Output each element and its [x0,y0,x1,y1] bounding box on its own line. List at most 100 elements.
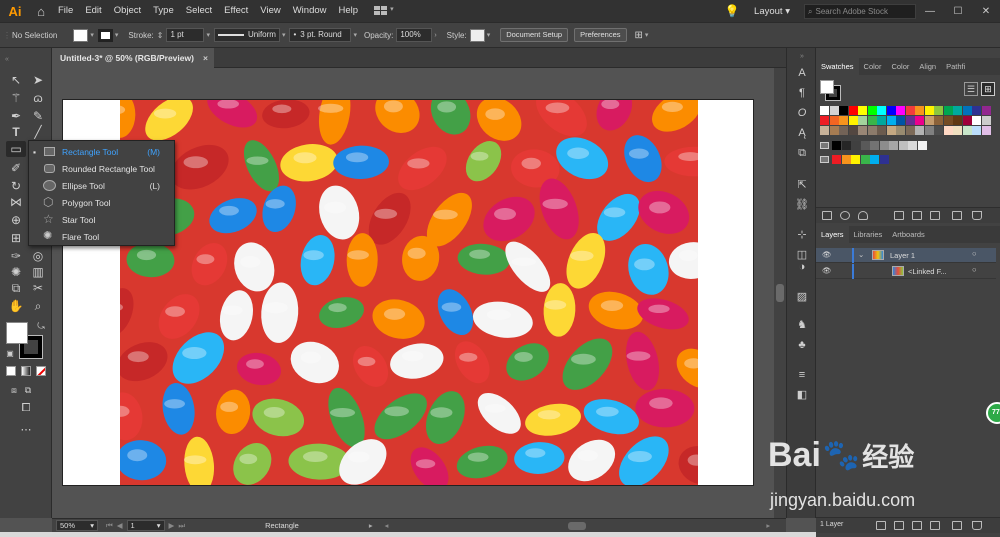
delete-swatch-icon[interactable] [972,211,982,220]
swatch[interactable] [953,116,962,125]
swatch[interactable] [934,126,943,135]
scroll-right-icon[interactable]: ▸ [766,521,770,530]
swatch[interactable] [972,116,981,125]
fill-swatch[interactable] [73,28,89,42]
swatch[interactable] [981,126,991,135]
rotate-tool-icon[interactable]: ↻ [8,178,24,194]
preferences-button[interactable]: Preferences [574,28,627,42]
zoom-tool-icon[interactable]: ⌕ [30,298,46,314]
flyout-polygon-tool[interactable]: ⬡ Polygon Tool [29,194,174,211]
workspace-switcher[interactable]: Layout ▾ [754,6,790,17]
swatch-libraries-icon[interactable] [822,211,832,220]
cloud-icon[interactable] [858,211,868,220]
show-kinds-icon[interactable] [894,211,904,220]
type-tool-icon[interactable]: T [8,124,24,140]
swatch[interactable] [915,126,924,135]
minimize-button[interactable]: — [916,6,944,17]
locate-object-icon[interactable] [894,521,904,530]
swatch[interactable] [858,126,867,135]
swatch[interactable] [934,106,943,115]
tab-align[interactable]: Align [914,58,941,75]
stroke-panel-icon[interactable]: ≡ [795,368,809,382]
swatch-options-icon[interactable] [912,211,922,220]
perspective-grid-tool-icon[interactable]: ⊞ [8,230,24,246]
swatch[interactable] [829,106,839,115]
swatch[interactable] [889,141,898,150]
shape-builder-tool-icon[interactable]: ⊕ [8,212,24,228]
swatch[interactable] [820,126,829,135]
swatch[interactable] [870,155,879,164]
tab-layers[interactable]: Layers [816,226,849,243]
export-icon[interactable]: ⇱ [795,178,809,192]
gradient-panel-icon[interactable]: ◧ [795,388,809,402]
paragraph-panel-icon[interactable]: ¶ [795,86,809,100]
sublayer-name[interactable]: <Linked F... [908,267,947,276]
screen-mode-icon[interactable]: ⧠ [16,400,36,416]
clipping-mask-icon[interactable] [912,521,922,530]
graphic-styles-icon[interactable]: ▨ [795,290,809,304]
color-mode-icon[interactable] [6,366,16,376]
chevron-down-icon[interactable]: ▾ [115,31,119,39]
chevron-down-icon[interactable]: ⌄ [858,250,864,259]
jelly-beans-image[interactable] [120,100,698,485]
tab-pathfinder[interactable]: Pathfi [941,58,970,75]
swatch[interactable] [972,126,981,135]
curvature-tool-icon[interactable]: ✎ [30,108,46,124]
artboard-number-field[interactable]: 1 ▾ [126,520,165,531]
swatch[interactable] [886,106,896,115]
new-layer-icon[interactable] [952,521,962,530]
status-menu-icon[interactable]: ▸ [369,521,373,530]
chevron-right-icon[interactable]: › [434,32,436,39]
club-symbol-icon[interactable]: ♣ [795,338,809,352]
swatch[interactable] [898,141,908,150]
opacity-field[interactable]: 100% [396,28,433,42]
swatch[interactable] [981,106,991,115]
swatch[interactable] [867,126,877,135]
artboard-tool-icon[interactable]: ⧉ [8,280,24,296]
selection-tool-icon[interactable]: ↖ [8,72,24,88]
pen-tool-icon[interactable]: ✒ [8,108,24,124]
swatch[interactable] [886,126,896,135]
swatch[interactable] [829,126,839,135]
flyout-flare-tool[interactable]: ✺ Flare Tool [29,228,174,245]
slice-tool-icon[interactable]: ✂ [30,280,46,296]
stroke-swatch[interactable] [97,28,113,42]
chevron-down-icon[interactable]: ▾ [353,31,357,39]
swatch[interactable] [962,116,972,125]
tab-libraries[interactable]: Libraries [849,226,888,243]
next-artboard-icon[interactable]: ▶ [169,521,175,530]
direct-selection-tool-icon[interactable]: ➤ [30,72,46,88]
chevron-down-icon[interactable]: ▾ [206,31,210,39]
swatch[interactable] [851,141,860,150]
document-setup-button[interactable]: Document Setup [500,28,569,42]
align-options-icon[interactable]: ⊞ [635,30,643,41]
menu-object[interactable]: Object [108,0,147,22]
swatch[interactable] [886,116,896,125]
new-sublayer-icon[interactable] [930,521,940,530]
magic-wand-tool-icon[interactable]: ⚚ [8,90,24,106]
paintbrush-tool-icon[interactable]: ✐ [8,160,24,176]
swatch[interactable] [896,126,905,135]
lightbulb-icon[interactable]: 💡 [722,4,742,18]
swatch[interactable] [870,141,879,150]
swatch[interactable] [943,126,953,135]
chevron-down-icon[interactable]: ▾ [282,31,286,39]
character-styles-icon[interactable]: ⧉ [795,146,809,160]
tab-color[interactable]: Color [859,58,887,75]
swatch[interactable] [877,116,886,125]
stock-search-input[interactable]: ⌕ Search Adobe Stock [804,3,916,19]
swatch[interactable] [924,106,934,115]
rectangle-tool-icon[interactable]: ▭ [6,141,26,157]
horizontal-scroll-thumb[interactable] [568,521,587,530]
links-panel-icon[interactable]: ⛓ [795,198,809,212]
close-window-button[interactable]: ✕ [972,6,1000,17]
swatch[interactable] [858,116,867,125]
swatch[interactable] [905,126,915,135]
swatch[interactable] [908,141,917,150]
graphic-style-swatch[interactable] [469,28,485,42]
swatch[interactable] [820,116,829,125]
swatch[interactable] [867,106,877,115]
first-artboard-icon[interactable]: ⏮ [106,521,113,531]
swatch[interactable] [848,126,858,135]
menu-type[interactable]: Type [147,0,180,22]
